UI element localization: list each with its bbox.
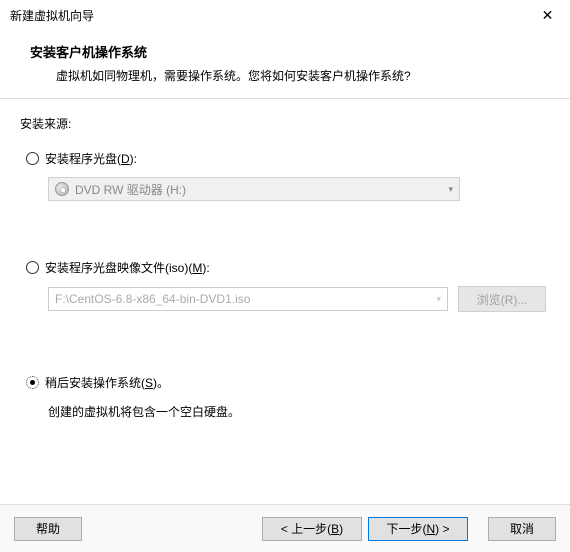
disc-drive-value: DVD RW 驱动器 (H:) xyxy=(75,181,186,198)
iso-path-input[interactable]: F:\CentOS-6.8-x86_64-bin-DVD1.iso ▾ xyxy=(48,287,448,311)
close-icon: ✕ xyxy=(542,7,554,24)
window-title: 新建虚拟机向导 xyxy=(10,7,94,24)
option-install-later[interactable]: 稍后安装操作系统(S)。 xyxy=(26,374,550,391)
radio-icon xyxy=(26,376,39,389)
option-installer-iso[interactable]: 安装程序光盘映像文件(iso)(M): xyxy=(26,259,550,276)
next-button[interactable]: 下一步(N) > xyxy=(368,517,468,541)
header-title: 安装客户机操作系统 xyxy=(30,42,550,61)
browse-button: 浏览(R)... xyxy=(458,286,546,312)
close-button[interactable]: ✕ xyxy=(525,0,570,30)
option-disc-label: 安装程序光盘(D): xyxy=(45,150,137,167)
wizard-header: 安装客户机操作系统 虚拟机如同物理机，需要操作系统。您将如何安装客户机操作系统? xyxy=(0,30,570,99)
titlebar: 新建虚拟机向导 ✕ xyxy=(0,0,570,30)
install-source-label: 安装来源: xyxy=(20,115,550,132)
disc-drive-dropdown[interactable]: DVD RW 驱动器 (H:) ▾ xyxy=(48,177,460,201)
radio-icon xyxy=(26,261,39,274)
option-installer-disc[interactable]: 安装程序光盘(D): xyxy=(26,150,550,167)
later-hint: 创建的虚拟机将包含一个空白硬盘。 xyxy=(48,403,550,420)
iso-path-value: F:\CentOS-6.8-x86_64-bin-DVD1.iso xyxy=(55,292,250,306)
chevron-down-icon: ▾ xyxy=(448,184,453,195)
disc-icon xyxy=(55,182,69,196)
wizard-body: 安装来源: 安装程序光盘(D): DVD RW 驱动器 (H:) ▾ 安装程序光… xyxy=(0,99,570,430)
help-button[interactable]: 帮助 xyxy=(14,517,82,541)
option-later-label: 稍后安装操作系统(S)。 xyxy=(45,374,169,391)
back-button[interactable]: < 上一步(B) xyxy=(262,517,362,541)
wizard-footer: 帮助 < 上一步(B) 下一步(N) > 取消 xyxy=(0,504,570,552)
option-iso-label: 安装程序光盘映像文件(iso)(M): xyxy=(45,259,210,276)
chevron-down-icon: ▾ xyxy=(436,294,441,305)
radio-icon xyxy=(26,152,39,165)
header-subtitle: 虚拟机如同物理机，需要操作系统。您将如何安装客户机操作系统? xyxy=(30,67,550,84)
cancel-button[interactable]: 取消 xyxy=(488,517,556,541)
